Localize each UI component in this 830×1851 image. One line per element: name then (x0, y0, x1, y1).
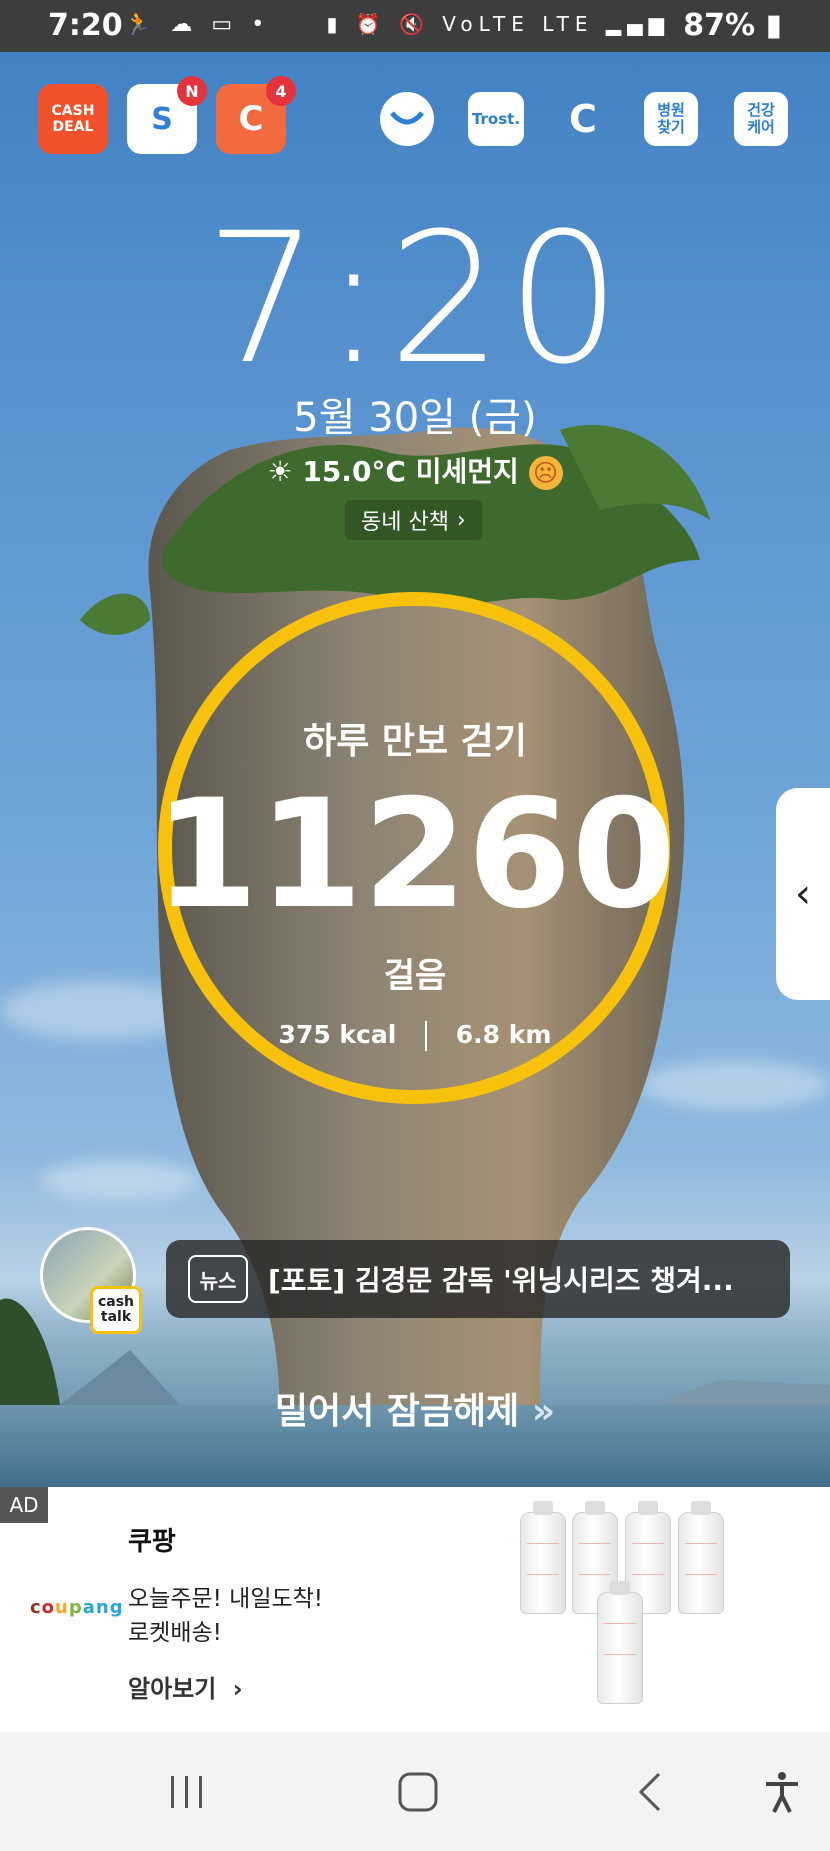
accessibility-icon (766, 1772, 798, 1813)
dust-face-icon: ☹ (528, 456, 563, 490)
double-chevron-right-icon: » (531, 1391, 556, 1432)
status-bar: 7:20 🏃 ☁ ▭ • ▮ ⏰ 🔇 VoLTE LTE ▂▄▆ 87% ▮ (0, 0, 830, 52)
battery-icon: ▮ (765, 8, 782, 43)
cashtalk-badge[interactable]: cash talk (90, 1286, 142, 1334)
cashwalk-app-icon[interactable]: C 4 (216, 76, 296, 154)
status-time: 7:20 (48, 8, 123, 43)
news-headline: [포토] 김경문 감독 '위닝시리즈 챙겨... (268, 1264, 734, 1297)
ad-banner[interactable]: AD coupang 쿠팡 오늘주문! 내일도착! 로켓배송! 알아보기 › (0, 1487, 830, 1732)
running-icon: 🏃 (124, 12, 158, 37)
ad-line-1: 오늘주문! 내일도착! (128, 1586, 324, 1612)
kcal-value: 375 kcal (278, 1020, 397, 1049)
battery-level: 87% ▮ (683, 8, 782, 43)
status-right-icons: ▮ ⏰ 🔇 VoLTE LTE ▂▄▆ (326, 12, 670, 36)
lte-icon: LTE (542, 12, 594, 36)
edge-panel-handle[interactable]: ‹ (776, 788, 830, 1000)
sun-icon: ☀ (267, 455, 293, 488)
step-count: 11260 (154, 768, 676, 942)
walk-link[interactable]: 동네 산책 › (345, 500, 482, 540)
step-title: 하루 만보 걷기 (303, 721, 527, 762)
dot-icon: • (251, 12, 271, 37)
news-ticker[interactable]: 뉴스 [포토] 김경문 감독 '위닝시리즈 챙겨... (166, 1240, 790, 1318)
new-badge: N (177, 76, 207, 106)
signal-icon: ▂▄▆ (605, 12, 670, 36)
step-unit: 걸음 (383, 956, 447, 996)
accessibility-button[interactable] (752, 1762, 812, 1822)
back-button[interactable] (620, 1762, 680, 1822)
ad-more-link[interactable]: 알아보기 › (128, 1669, 243, 1704)
health-care-icon[interactable]: 건강 케어 (734, 92, 788, 146)
step-stats: 375 kcal 6.8 km (0, 1020, 830, 1051)
cloud-icon: ☁ (170, 12, 199, 37)
back-icon (638, 1772, 661, 1812)
app-shortcut-2[interactable]: S N (127, 76, 207, 154)
coupang-logo: coupang (30, 1597, 124, 1618)
chevron-right-icon: › (232, 1675, 243, 1703)
alarm-icon: ⏰ (355, 12, 387, 36)
volte-icon: VoLTE (442, 12, 530, 36)
swipe-to-unlock[interactable]: 밀어서 잠금해제 » (0, 1382, 830, 1434)
home-button[interactable] (388, 1762, 448, 1822)
cash-icon: ▭ (211, 12, 239, 37)
distance-value: 6.8 km (455, 1020, 552, 1049)
battery-saver-icon: ▮ (326, 12, 344, 36)
lock-screen: 7:20 🏃 ☁ ▭ • ▮ ⏰ 🔇 VoLTE LTE ▂▄▆ 87% ▮ C… (0, 0, 830, 1851)
stats-divider (425, 1021, 428, 1051)
news-tag: 뉴스 (188, 1255, 248, 1303)
lock-clock: 7:20 (204, 195, 626, 404)
cashdeal-app-icon[interactable]: CASH DEAL (38, 84, 108, 154)
ad-brand: 쿠팡 (128, 1527, 176, 1557)
cashwalk-c-icon[interactable]: C (556, 92, 610, 146)
recents-button[interactable] (157, 1762, 217, 1822)
trost-app-icon[interactable]: Trost. (468, 92, 524, 146)
eye-icon (390, 111, 424, 125)
navigation-bar (0, 1732, 830, 1851)
hospital-search-icon[interactable]: 병원 찾기 (644, 92, 698, 146)
status-left-icons: 🏃 ☁ ▭ • (124, 12, 270, 37)
chevron-left-icon: ‹ (795, 871, 811, 917)
recents-icon (171, 1776, 202, 1808)
mute-icon: 🔇 (399, 12, 430, 36)
chevron-right-icon: › (456, 507, 466, 533)
weather-info: ☀ 15.0°C 미세먼지 ☹ (0, 450, 830, 490)
ad-label: AD (0, 1487, 48, 1523)
ad-line-2: 로켓배송! (128, 1620, 222, 1646)
lock-date: 5월 30일 (금) (293, 395, 537, 441)
eye-app-icon[interactable] (380, 92, 434, 146)
home-icon (398, 1772, 438, 1812)
count-badge: 4 (266, 76, 296, 106)
